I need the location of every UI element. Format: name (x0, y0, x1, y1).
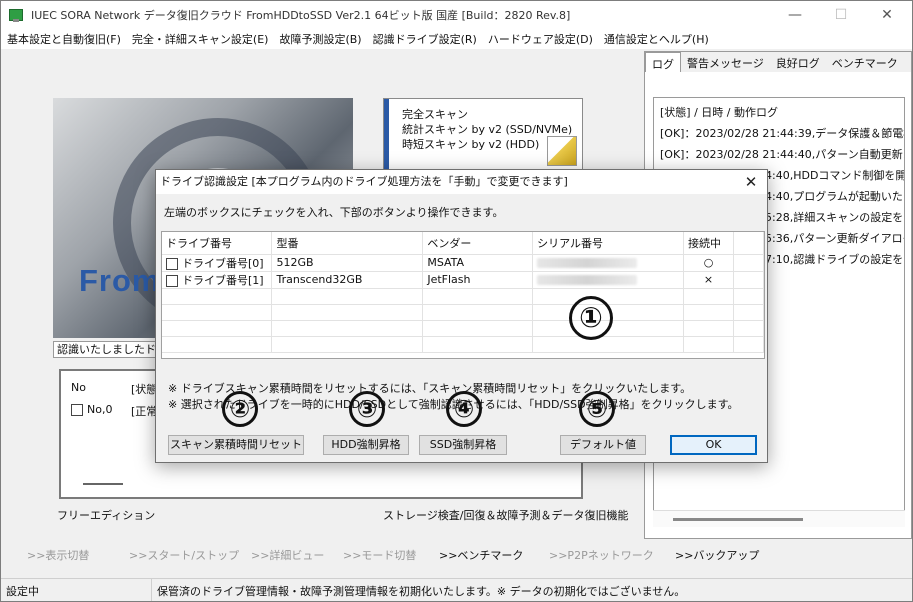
recognized-drives-label: 認識いたしましたド (53, 341, 163, 358)
default-values-button[interactable]: デフォルト値 (560, 435, 646, 455)
log-tabs: ログ 警告メッセージ 良好ログ ベンチマーク (645, 52, 911, 72)
nav-mode-switch[interactable]: >>モード切替 (343, 547, 416, 563)
nav-detail-view[interactable]: >>詳細ビュー (251, 547, 324, 563)
accent-stripe (384, 99, 389, 169)
col-spacer (733, 232, 764, 255)
serial-redacted (537, 258, 638, 268)
spacer-cell (733, 271, 764, 289)
vendor-cell: MSATA (422, 254, 534, 272)
drive-cell[interactable]: ドライブ番号[1] (162, 271, 273, 289)
tab-good-log[interactable]: 良好ログ (770, 52, 826, 72)
connected-cell: × (683, 271, 735, 289)
drive-list-col-no: No (71, 381, 86, 394)
col-model[interactable]: 型番 (271, 232, 424, 255)
status-message: 保管済のドライブ管理情報・故障予測管理情報を初期化いたします。※ データの初期化… (157, 585, 686, 598)
menu-basic-settings[interactable]: 基本設定と自動復旧(F) (7, 31, 121, 47)
drive-recognition-dialog: ドライブ認識設定 [本プログラム内のドライブ処理方法を「手動」で変更できます] … (155, 169, 768, 463)
table-row[interactable]: ドライブ番号[0] 512GB MSATA ○ (162, 254, 764, 272)
force-hdd-button[interactable]: HDD強制昇格 (323, 435, 409, 455)
nav-p2p-network[interactable]: >>P2Pネットワーク (549, 547, 654, 563)
product-logo: From (79, 263, 161, 298)
connected-cell: ○ (683, 254, 735, 272)
nav-backup[interactable]: >>バックアップ (675, 547, 759, 563)
table-row-empty (162, 288, 764, 305)
menu-drive-recognition[interactable]: 認識ドライブ設定(R) (373, 31, 477, 47)
force-ssd-button[interactable]: SSD強制昇格 (419, 435, 507, 455)
annotation-marker-2: ② (222, 391, 258, 427)
tab-warnings[interactable]: 警告メッセージ (681, 52, 770, 72)
annotation-marker-4: ④ (446, 391, 482, 427)
dialog-close-icon[interactable]: ✕ (739, 170, 763, 194)
drive-list-row[interactable]: No,0 (71, 403, 112, 416)
menu-hardware-settings[interactable]: ハードウェア設定(D) (488, 31, 593, 47)
model-cell: 512GB (271, 254, 424, 272)
drive-number: ドライブ番号[0] (182, 256, 264, 270)
edition-label: フリーエディション (57, 509, 156, 522)
col-connected[interactable]: 接続中 (683, 232, 735, 255)
serial-cell (532, 254, 685, 272)
drive-list-scroll-thumb[interactable] (83, 483, 123, 485)
serial-redacted (537, 275, 638, 285)
ok-button[interactable]: OK (670, 435, 757, 455)
table-header-row: ドライブ番号 型番 ベンダー シリアル番号 接続中 (162, 232, 764, 255)
scan-icon (547, 136, 577, 166)
spacer-cell (733, 254, 764, 272)
menu-bar: 基本設定と自動復旧(F) 完全・詳細スキャン設定(E) 故障予測設定(B) 認識… (1, 29, 912, 49)
log-header: [状態] / 日時 / 動作ログ (660, 106, 778, 119)
annotation-marker-1: ① (569, 296, 613, 340)
reset-scan-time-button[interactable]: スキャン累積時間リセット (168, 435, 304, 455)
dialog-instruction: 左端のボックスにチェックを入れ、下部のボタンより操作できます。 (164, 206, 504, 219)
close-button[interactable]: ✕ (864, 1, 910, 29)
drive-no: No,0 (87, 403, 113, 416)
table-row-empty (162, 304, 764, 321)
drive-cell[interactable]: ドライブ番号[0] (162, 254, 273, 272)
serial-cell (532, 271, 685, 289)
col-drive-number[interactable]: ドライブ番号 (162, 232, 273, 255)
window-title: IUEC SORA Network データ復旧クラウド FromHDDtoSSD… (31, 9, 571, 22)
vendor-cell: JetFlash (422, 271, 534, 289)
menu-network-help[interactable]: 通信設定とヘルプ(H) (604, 31, 709, 47)
table-row-empty (162, 320, 764, 337)
log-line: [OK]：2023/02/28 21:44:40,パターン自動更新スレ (660, 148, 905, 161)
dialog-title: ドライブ認識設定 [本プログラム内のドライブ処理方法を「手動」で変更できます] (156, 170, 767, 194)
scan-mode-full: 完全スキャン (402, 108, 468, 121)
col-serial[interactable]: シリアル番号 (532, 232, 685, 255)
minimize-button[interactable]: — (772, 1, 818, 29)
drive-table[interactable]: ドライブ番号 型番 ベンダー シリアル番号 接続中 ドライブ番号[0] 512G… (161, 231, 765, 359)
bottom-nav: >>表示切替 >>スタート/ストップ >>詳細ビュー >>モード切替 >>ベンチ… (1, 541, 912, 567)
status-state: 設定中 (6, 585, 39, 598)
nav-benchmark[interactable]: >>ベンチマーク (439, 547, 523, 563)
tab-log[interactable]: ログ (645, 52, 681, 72)
main-window: IUEC SORA Network データ復旧クラウド FromHDDtoSSD… (0, 0, 913, 602)
log-line: [OK]：2023/02/28 21:44:39,データ保護＆節電機 (660, 127, 905, 140)
table-row[interactable]: ドライブ番号[1] Transcend32GB JetFlash × (162, 271, 764, 289)
title-bar: IUEC SORA Network データ復旧クラウド FromHDDtoSSD… (1, 1, 912, 29)
menu-failure-prediction[interactable]: 故障予測設定(B) (279, 31, 361, 47)
log-horizontal-scrollbar[interactable] (653, 510, 905, 527)
nav-start-stop[interactable]: >>スタート/ストップ (129, 547, 239, 563)
drive-status: [正常 (131, 405, 158, 418)
menu-scan-settings[interactable]: 完全・詳細スキャン設定(E) (132, 31, 269, 47)
model-cell: Transcend32GB (271, 271, 424, 289)
annotation-marker-3: ③ (349, 391, 385, 427)
table-row-empty (162, 336, 764, 353)
status-divider (151, 579, 152, 601)
nav-display-toggle[interactable]: >>表示切替 (27, 547, 89, 563)
feature-label: ストレージ検査/回復＆故障予測＆データ復旧機能 (383, 509, 629, 522)
maximize-button[interactable]: ☐ (818, 1, 864, 29)
drive-list-col-status: [状態 (131, 383, 158, 396)
drive-number: ドライブ番号[1] (182, 273, 264, 287)
drive-checkbox[interactable] (166, 274, 178, 287)
scrollbar-thumb[interactable] (673, 518, 803, 521)
col-vendor[interactable]: ベンダー (422, 232, 534, 255)
drive-checkbox[interactable] (166, 257, 178, 270)
scan-mode-statistical: 統計スキャン by v2 (SSD/NVMe) (402, 123, 573, 136)
drive-checkbox[interactable] (71, 403, 83, 416)
status-bar: 設定中 保管済のドライブ管理情報・故障予測管理情報を初期化いたします。※ データ… (1, 578, 912, 601)
app-icon (9, 9, 23, 22)
scan-mode-panel[interactable]: 完全スキャン 統計スキャン by v2 (SSD/NVMe) 時短スキャン by… (383, 98, 583, 170)
tab-benchmark[interactable]: ベンチマーク (826, 52, 904, 72)
annotation-marker-5: ⑤ (579, 391, 615, 427)
